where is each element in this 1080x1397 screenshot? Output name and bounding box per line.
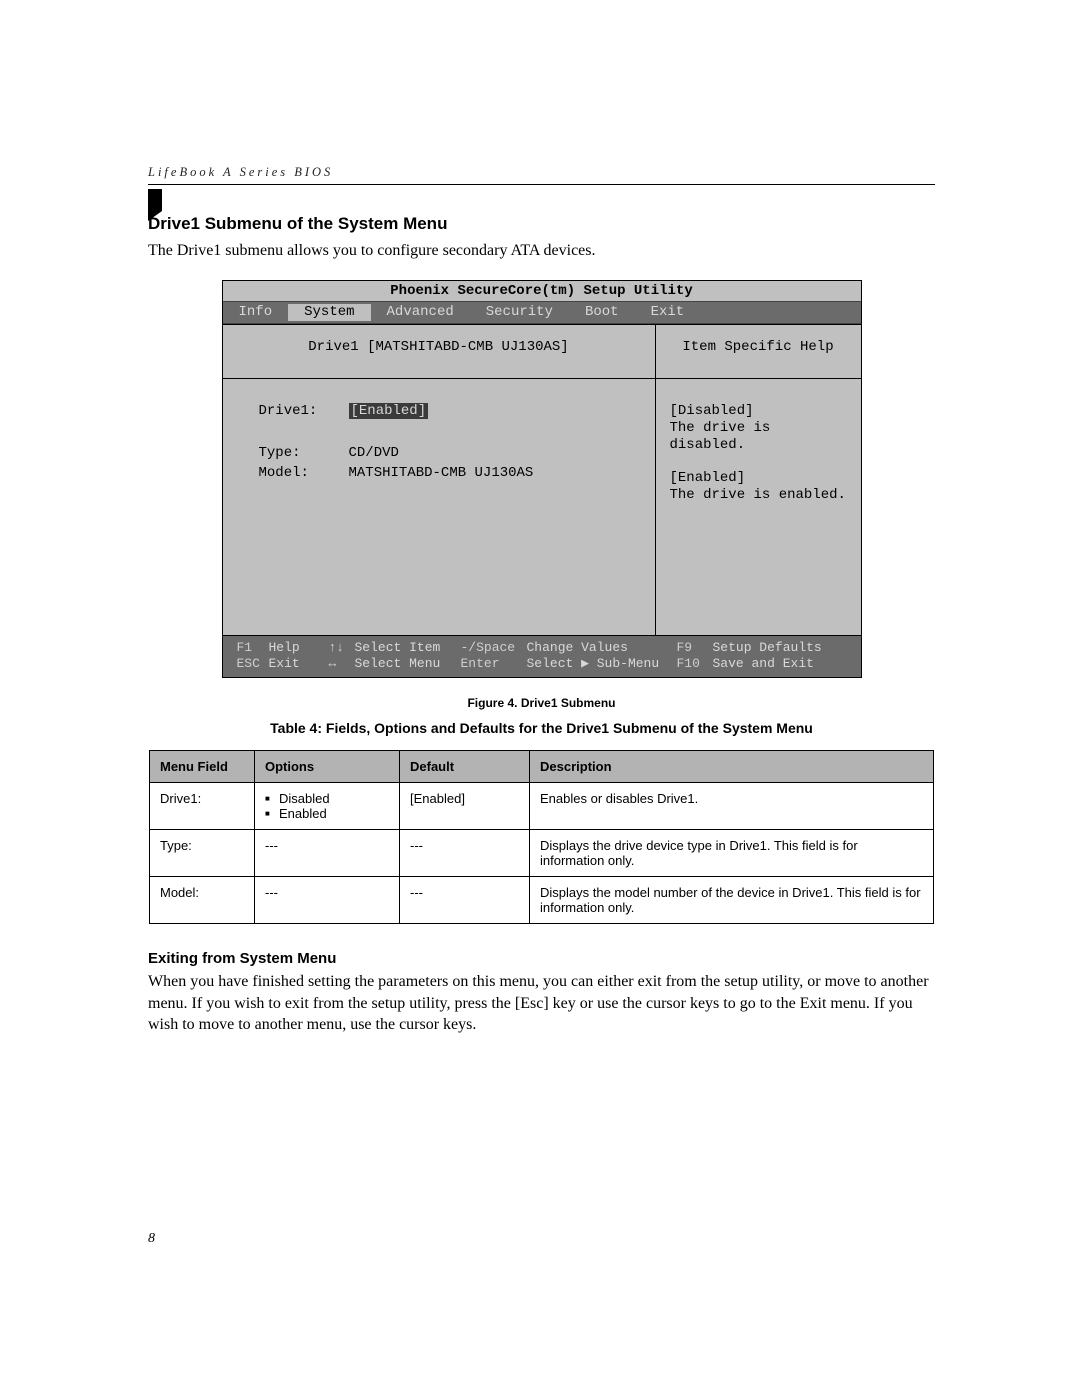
intro-paragraph: The Drive1 submenu allows you to configu… bbox=[148, 240, 935, 262]
exit-paragraph: When you have finished setting the param… bbox=[148, 971, 935, 1036]
bios-help-title: Item Specific Help bbox=[656, 325, 861, 379]
bios-menu-advanced[interactable]: Advanced bbox=[371, 304, 470, 321]
bios-field-label: Type: bbox=[259, 445, 349, 462]
figure-caption: Figure 4. Drive1 Submenu bbox=[148, 696, 935, 710]
bios-field-value-model: MATSHITABD-CMB UJ130AS bbox=[349, 465, 635, 482]
page-number: 8 bbox=[148, 1231, 155, 1247]
exit-heading: Exiting from System Menu bbox=[148, 950, 935, 967]
bios-field-value-drive1[interactable]: [Enabled] bbox=[349, 403, 635, 420]
table-row: Type: --- --- Displays the drive device … bbox=[150, 830, 934, 877]
bios-menu-boot[interactable]: Boot bbox=[569, 304, 635, 321]
bios-fields: Drive1: [Enabled] Type: CD/DVD Mod bbox=[223, 379, 655, 635]
col-menu-field: Menu Field bbox=[150, 751, 255, 783]
running-header: LifeBook A Series BIOS bbox=[148, 165, 935, 180]
bios-footer-row1: F1Help ↑↓Select Item -/SpaceChange Value… bbox=[233, 640, 851, 656]
bios-menu-exit[interactable]: Exit bbox=[635, 304, 701, 321]
bios-menu-security[interactable]: Security bbox=[470, 304, 569, 321]
bios-footer: F1Help ↑↓Select Item -/SpaceChange Value… bbox=[223, 635, 861, 677]
bios-field-label: Drive1: bbox=[259, 403, 349, 420]
section-heading: Drive1 Submenu of the System Menu bbox=[148, 214, 935, 234]
bios-submenu-title: Drive1 [MATSHITABD-CMB UJ130AS] bbox=[223, 325, 655, 379]
bios-menu-system[interactable]: System bbox=[288, 304, 370, 321]
col-description: Description bbox=[530, 751, 934, 783]
bios-field-value-type: CD/DVD bbox=[349, 445, 635, 462]
table-row: Drive1: Disabled Enabled [Enabled] Enabl… bbox=[150, 783, 934, 830]
bios-menubar: Info System Advanced Security Boot Exit bbox=[223, 301, 861, 324]
bios-footer-row2: ESCExit ↔Select Menu EnterSelect ▶ Sub-M… bbox=[233, 656, 851, 672]
table-caption: Table 4: Fields, Options and Defaults fo… bbox=[148, 720, 935, 736]
header-rule bbox=[148, 184, 935, 185]
bios-menu-info[interactable]: Info bbox=[223, 304, 289, 321]
table-row: Model: --- --- Displays the model number… bbox=[150, 877, 934, 924]
col-options: Options bbox=[255, 751, 400, 783]
col-default: Default bbox=[400, 751, 530, 783]
bios-help-body: [Disabled] The drive is disabled. [Enabl… bbox=[656, 379, 861, 635]
bios-title: Phoenix SecureCore(tm) Setup Utility bbox=[223, 281, 861, 302]
document-page: LifeBook A Series BIOS Drive1 Submenu of… bbox=[0, 0, 1080, 1397]
options-table: Menu Field Options Default Description D… bbox=[149, 750, 934, 924]
bios-field-label: Model: bbox=[259, 465, 349, 482]
bios-screenshot: Phoenix SecureCore(tm) Setup Utility Inf… bbox=[222, 280, 862, 679]
